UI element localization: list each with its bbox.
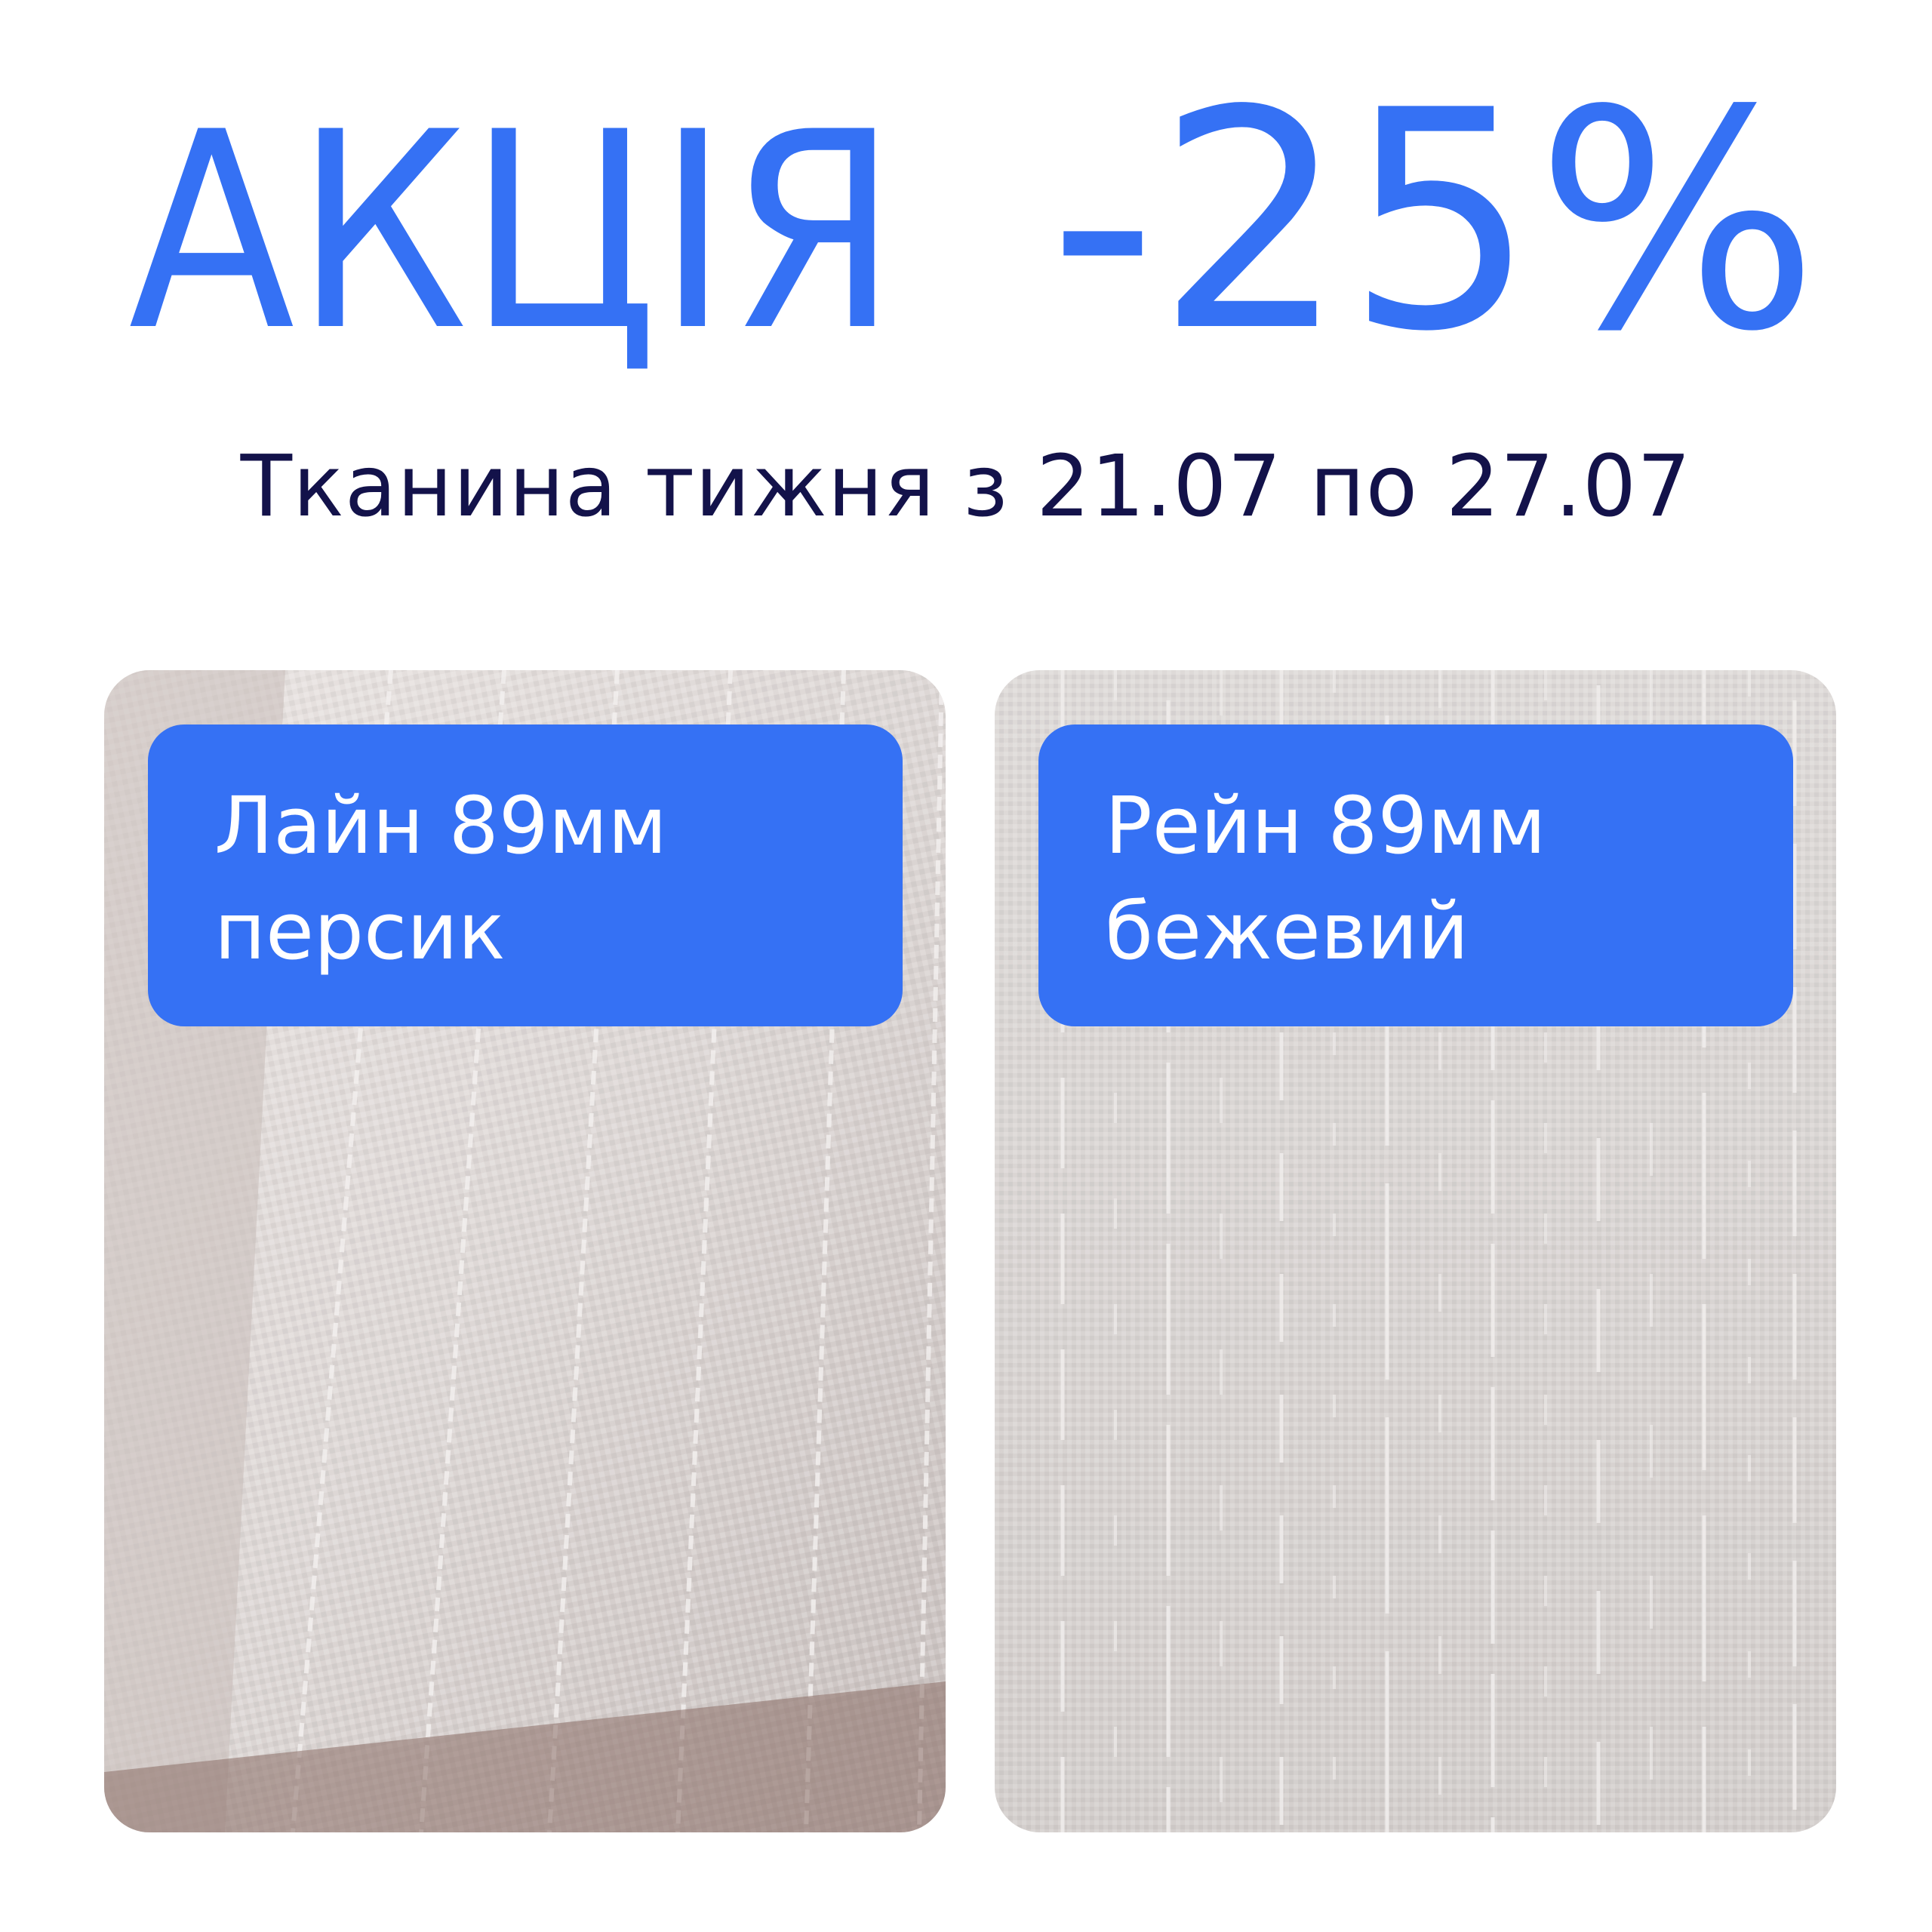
- headline: АКЦІЯ -25%: [128, 47, 1819, 392]
- product-label: Рейн 89мм бежевий: [1038, 724, 1793, 1026]
- promo-subtitle: Тканина тижня з 21.07 по 27.07: [240, 438, 1692, 536]
- product-color: персик: [214, 885, 506, 977]
- product-card-line-peach[interactable]: Лайн 89мм персик: [104, 670, 946, 1832]
- promo-discount: -25%: [1049, 47, 1819, 392]
- promo-title: АКЦІЯ: [128, 74, 898, 390]
- product-name: Лайн 89мм: [214, 780, 667, 872]
- product-name: Рейн 89мм: [1105, 780, 1546, 872]
- product-color: бежевий: [1105, 885, 1469, 977]
- product-card-rain-beige[interactable]: Рейн 89мм бежевий: [995, 670, 1836, 1832]
- product-label: Лайн 89мм персик: [148, 724, 903, 1026]
